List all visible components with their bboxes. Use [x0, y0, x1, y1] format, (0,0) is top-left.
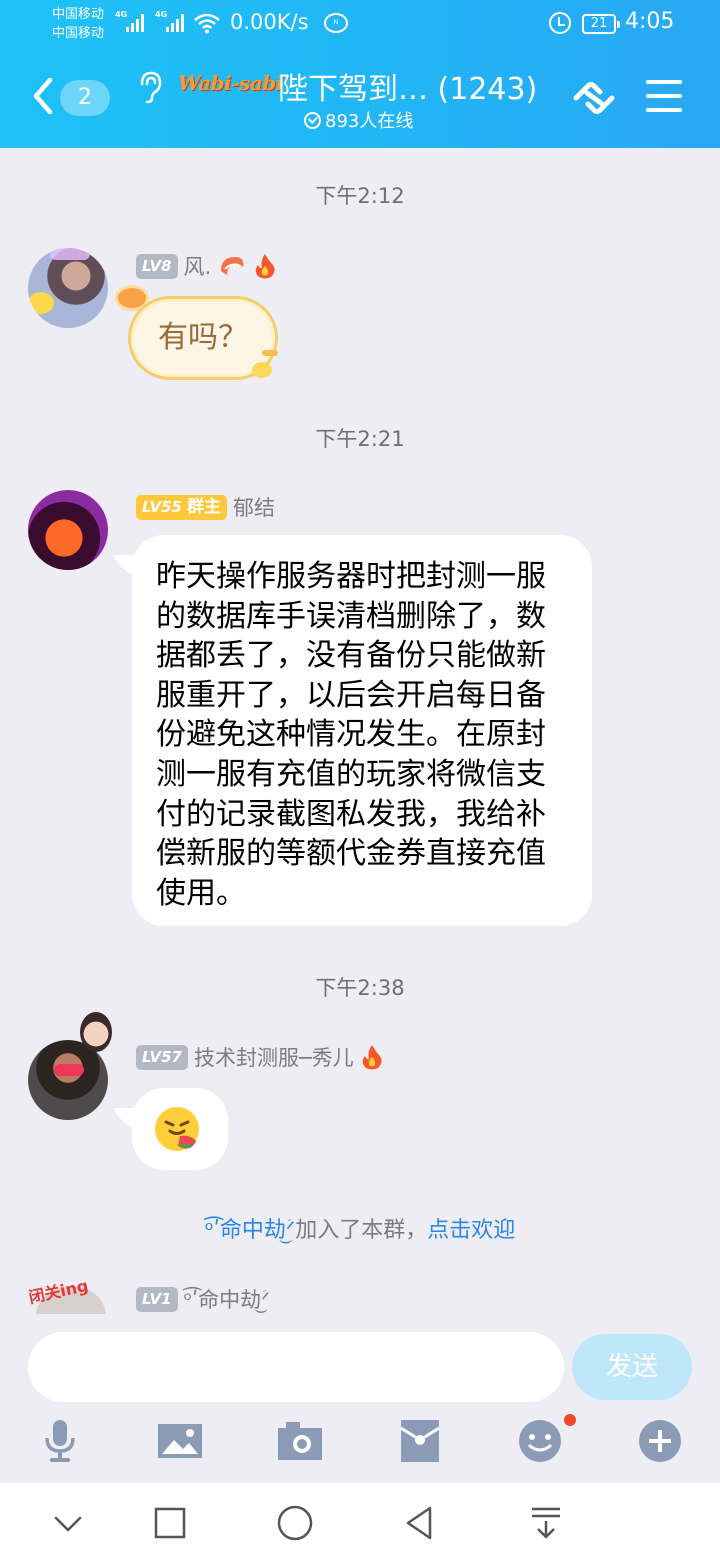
notification-dot [564, 1414, 576, 1426]
ear-icon[interactable] [136, 70, 164, 104]
recent-apps-icon[interactable] [150, 1503, 190, 1543]
menu-icon[interactable] [646, 80, 682, 112]
notification-pull-icon[interactable] [526, 1503, 566, 1543]
timestamp: 下午2:12 [315, 184, 405, 208]
back-arrow-icon[interactable] [30, 76, 56, 116]
sender-meta: LV57 技术封测服─秀儿 [136, 1042, 384, 1072]
camera-icon[interactable] [276, 1418, 324, 1464]
level-badge: LV8 [136, 253, 178, 279]
group-logo: Wabi-sabi [178, 71, 283, 95]
image-icon[interactable] [156, 1418, 204, 1464]
wifi-icon [194, 13, 220, 34]
nfc-icon: N [324, 13, 348, 33]
avatar-halo [50, 248, 90, 260]
status-bar: 中国移动 中国移动 4G 4G 0.00K/s N 21 4:05 [0, 0, 720, 48]
online-check-icon [304, 111, 321, 129]
level-badge: LV55 [136, 494, 185, 520]
message-text: 昨天操作服务器时把封测一服的数据库手误清档删除了，数据都丢了，没有备份只能做新服… [156, 559, 546, 911]
online-count[interactable]: 893人在线 [304, 107, 413, 133]
online-count-label: 893人在线 [325, 111, 414, 132]
carrier-1: 中国移动 [52, 7, 105, 22]
avatar-pendant [80, 1012, 112, 1052]
unread-count-badge[interactable]: 2 [60, 80, 110, 116]
new-member-name[interactable]: ᵒ͡ʹ命中劫ؘ͜ᐟ [205, 1218, 296, 1243]
level-badge: LV1 [136, 1286, 178, 1312]
status-time: 4:05 [625, 9, 675, 34]
sender-name[interactable]: 郁结 [233, 492, 275, 522]
sender-meta: LV1 ᵒ͡ʹ命中劫ؘ͜ᐟ [136, 1284, 270, 1314]
sender-name[interactable]: 风. [184, 251, 212, 281]
header-bar: 中国移动 中国移动 4G 4G 0.00K/s N 21 4:05 2 Wabi… [0, 0, 720, 148]
system-nav-bar [0, 1483, 720, 1560]
level-badge: LV57 [136, 1044, 188, 1070]
welcome-link[interactable]: 点击欢迎 [427, 1218, 515, 1243]
bubble-decoration [118, 288, 146, 308]
system-notice: ᵒ͡ʹ命中劫ؘ͜ᐟ加入了本群，点击欢迎 [0, 1212, 720, 1244]
shrimp-icon [221, 257, 244, 275]
timestamp: 下午2:38 [315, 976, 405, 1000]
sender-name[interactable]: 技术封测服─秀儿 [194, 1042, 354, 1072]
avatar[interactable] [28, 1040, 108, 1120]
back-triangle-icon[interactable] [400, 1503, 440, 1543]
battery-level: 21 [590, 16, 608, 31]
heart-eyes-decoration [54, 1064, 84, 1076]
battery-icon: 21 [582, 14, 620, 34]
owner-badge: 群主 [184, 494, 227, 520]
signal-icon-1 [126, 14, 146, 32]
carrier-2: 中国移动 [52, 26, 105, 41]
eating-watermelon-emoji-icon [155, 1107, 199, 1151]
fire-icon [362, 1045, 382, 1070]
sender-meta: LV8 风. [136, 251, 277, 281]
avatar-decoration [28, 292, 54, 314]
avatar[interactable] [28, 490, 108, 570]
input-area: 发送 [0, 1318, 720, 1483]
bubble-decoration [262, 350, 278, 356]
bubble-decoration [252, 362, 272, 378]
emoji-icon[interactable] [516, 1418, 564, 1464]
microphone-icon[interactable] [36, 1418, 84, 1464]
fire-icon [255, 254, 275, 279]
alarm-icon [549, 12, 571, 34]
timestamp: 下午2:21 [315, 427, 405, 451]
carrier-labels: 中国移动 中国移动 [52, 5, 104, 43]
chevron-down-icon[interactable] [48, 1503, 88, 1543]
home-icon[interactable] [275, 1503, 315, 1543]
red-packet-icon[interactable] [396, 1418, 444, 1464]
sender-meta: LV55 群主 郁结 [136, 492, 275, 522]
join-text: 加入了本群， [295, 1218, 428, 1243]
net-speed: 0.00K/s [230, 10, 309, 34]
message-input[interactable] [28, 1332, 564, 1402]
plus-icon[interactable] [636, 1418, 684, 1464]
avatar[interactable]: 闭关ing [28, 1266, 110, 1314]
avatar[interactable] [28, 248, 108, 328]
group-title[interactable]: 陛下驾到… (1243) [278, 64, 537, 108]
send-button[interactable]: 发送 [572, 1334, 692, 1400]
signal-icon-2 [166, 14, 186, 32]
message-bubble[interactable]: 昨天操作服务器时把封测一服的数据库手误清档删除了，数据都丢了，没有备份只能做新服… [132, 535, 592, 926]
link-chain-icon[interactable] [570, 76, 618, 120]
sender-name[interactable]: ᵒ͡ʹ命中劫ؘ͜ᐟ [184, 1284, 270, 1314]
